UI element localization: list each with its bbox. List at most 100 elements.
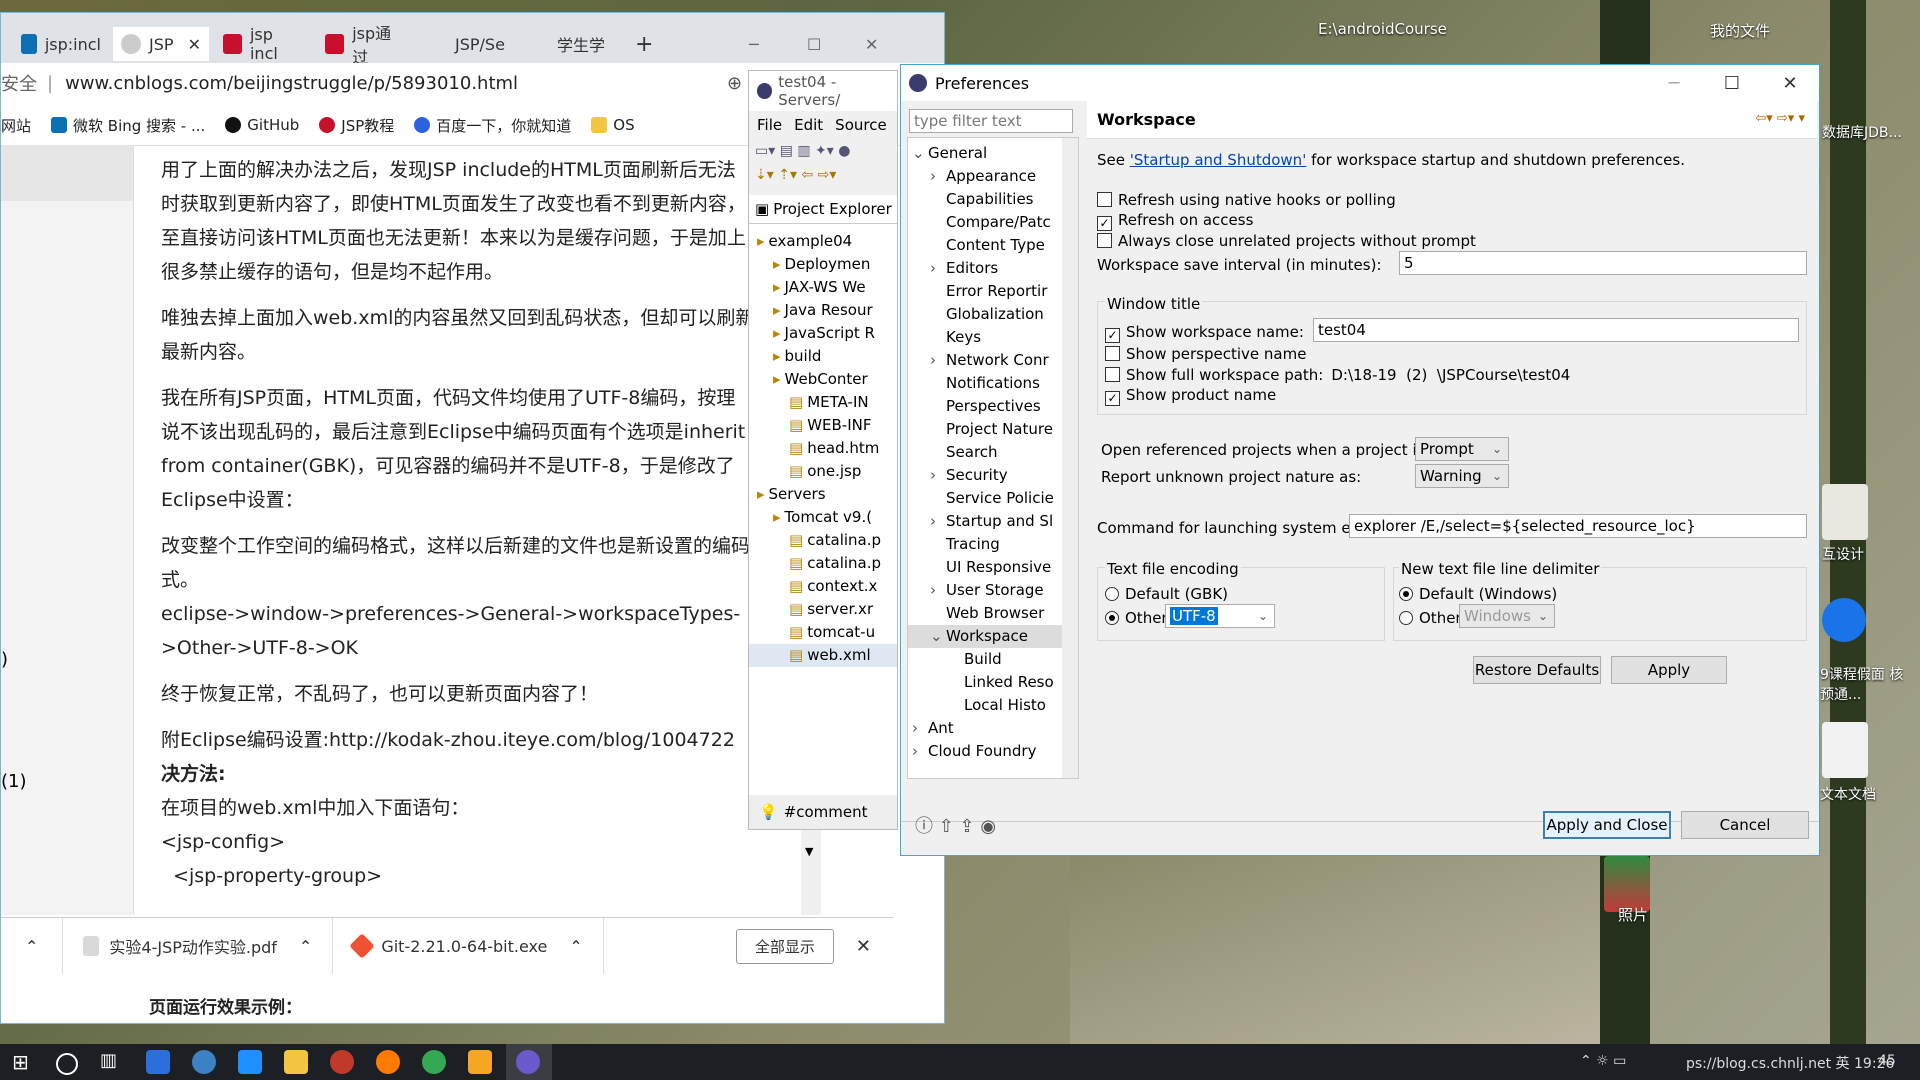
zoom-icon[interactable]: ⊕ <box>727 73 742 94</box>
project-tree-item[interactable]: ▤ head.htm <box>749 437 897 460</box>
firefox-icon[interactable] <box>376 1050 400 1074</box>
radio-on[interactable] <box>1105 611 1119 625</box>
preference-tree-item[interactable]: Service Policie <box>908 487 1078 510</box>
show-full-path-checkbox[interactable]: Show full workspace path: D:\18-19 (2) \J… <box>1105 366 1570 384</box>
preference-tree-item[interactable]: ⌄ Workspace <box>908 625 1078 648</box>
project-tree-item[interactable]: ▤ tomcat-u <box>749 621 897 644</box>
open-referenced-select[interactable]: Prompt ⌄ <box>1415 437 1509 461</box>
bookmark-item[interactable]: 网站 <box>1 115 31 136</box>
browser-tab[interactable]: JSP/Se <box>419 27 515 61</box>
report-nature-select[interactable]: Warning ⌄ <box>1415 464 1509 488</box>
project-explorer-header[interactable]: ▣ Project Explorer <box>749 195 897 224</box>
desktop-icon-label[interactable]: 文本文档 <box>1820 784 1876 804</box>
project-tree-item[interactable]: ▸ Java Resour <box>749 299 897 322</box>
project-tree-item[interactable]: ▸ JAX-WS We <box>749 276 897 299</box>
refresh-access-checkbox[interactable]: ✓ Refresh on access <box>1097 211 1253 231</box>
preference-tree-item[interactable]: ⌄ General <box>908 142 1078 165</box>
task-view-icon[interactable]: ▥ <box>100 1050 124 1074</box>
app-icon[interactable] <box>192 1050 216 1074</box>
preference-tree-item[interactable]: Local Histo <box>908 694 1078 717</box>
preference-tree-item[interactable]: › User Storage <box>908 579 1078 602</box>
chevron-up-icon[interactable]: ⌃ <box>569 937 582 956</box>
show-workspace-name-checkbox[interactable]: ✓ Show workspace name: <box>1105 323 1304 343</box>
refresh-native-checkbox[interactable]: Refresh using native hooks or polling <box>1097 191 1396 209</box>
tree-scrollbar[interactable] <box>1062 138 1078 778</box>
system-tray[interactable]: ⌃ ☼ ▭ <box>1580 1053 1626 1069</box>
bookmark-item[interactable]: 微软 Bing 搜索 - ... <box>51 115 205 136</box>
project-tree-item[interactable]: ▤ one.jsp <box>749 460 897 483</box>
nav-arrows-icon[interactable]: ⇦▾ ⇨▾ ▾ <box>1755 111 1805 126</box>
chevron-right-icon[interactable]: › <box>912 717 928 740</box>
preference-tree-item[interactable]: › Editors <box>908 257 1078 280</box>
eclipse-icon[interactable] <box>516 1050 540 1074</box>
radio-off[interactable] <box>1105 587 1119 601</box>
project-tree-item[interactable]: ▸ JavaScript R <box>749 322 897 345</box>
menu-source[interactable]: Source <box>835 116 887 134</box>
folder-icon[interactable] <box>284 1050 308 1074</box>
close-icon[interactable]: ✕ <box>1761 65 1819 101</box>
toolbar-icons[interactable]: ▭▾ ▤ ▥ ✦▾ ● <box>749 139 897 163</box>
bookmark-item[interactable]: 百度一下，你就知道 <box>414 115 571 136</box>
encoding-other-radio[interactable]: Other: <box>1105 609 1172 627</box>
preference-tree-item[interactable]: Build <box>908 648 1078 671</box>
chrome-icon[interactable] <box>422 1050 446 1074</box>
project-tree-item[interactable]: ▤ WEB-INF <box>749 414 897 437</box>
preference-tree-item[interactable]: › Cloud Foundry <box>908 740 1078 763</box>
encoding-default-radio[interactable]: Default (GBK) <box>1105 585 1228 603</box>
filter-input[interactable]: type filter text <box>909 109 1073 133</box>
explorer-command-input[interactable]: explorer /E,/select=${selected_resource_… <box>1349 514 1807 538</box>
download-item[interactable]: Git-2.21.0-64-bit.exe ⌃ <box>333 918 604 974</box>
workspace-name-input[interactable]: test04 <box>1313 318 1799 342</box>
menu-edit[interactable]: Edit <box>794 116 823 134</box>
checkbox-unchecked[interactable] <box>1105 367 1120 382</box>
preference-tree-item[interactable]: Perspectives <box>908 395 1078 418</box>
chevron-down-icon[interactable]: ⌄ <box>912 142 928 165</box>
project-tree-item[interactable]: ▸ Servers <box>749 483 897 506</box>
always-close-checkbox[interactable]: Always close unrelated projects without … <box>1097 232 1476 250</box>
checkbox-unchecked[interactable] <box>1097 233 1112 248</box>
chevron-down-icon[interactable]: ⌄ <box>930 625 946 648</box>
browser-tab-active[interactable]: JSP ✕ <box>113 27 209 61</box>
show-product-checkbox[interactable]: ✓ Show product name <box>1105 386 1276 406</box>
preference-tree-item[interactable]: Project Nature <box>908 418 1078 441</box>
toolbar-icons[interactable]: ⇣▾ ⇡▾ ⇦ ⇨▾ <box>749 163 897 187</box>
text-file-icon[interactable] <box>1822 722 1868 778</box>
preference-tree-item[interactable]: › Ant <box>908 717 1078 740</box>
desktop-icon-label[interactable]: 照片 <box>1618 904 1648 925</box>
preference-tree-item[interactable]: Content Type <box>908 234 1078 257</box>
project-tree-item[interactable]: ▤ server.xr <box>749 598 897 621</box>
delimiter-other-radio[interactable]: Other: <box>1399 609 1466 627</box>
preference-tree-item[interactable]: › Network Conr <box>908 349 1078 372</box>
preference-tree-item[interactable]: Search <box>908 441 1078 464</box>
checkbox-checked[interactable]: ✓ <box>1105 391 1120 406</box>
desktop-icon-label[interactable]: 数据库JDB... <box>1822 122 1902 142</box>
maximize-icon[interactable]: ☐ <box>1703 65 1761 101</box>
checkbox-checked[interactable]: ✓ <box>1097 216 1112 231</box>
preference-tree-item[interactable]: Notifications <box>908 372 1078 395</box>
delimiter-select[interactable]: Windows ⌄ <box>1459 604 1555 628</box>
sublime-icon[interactable] <box>468 1050 492 1074</box>
bookmark-item[interactable]: OS <box>591 116 635 134</box>
app-icon[interactable] <box>330 1050 354 1074</box>
project-tree-item[interactable]: ▤ META-IN <box>749 391 897 414</box>
bookmark-item[interactable]: JSP教程 <box>319 115 394 136</box>
preference-tree-item[interactable]: › Security <box>908 464 1078 487</box>
minimize-icon[interactable]: ─ <box>1645 65 1703 101</box>
project-tree-item[interactable]: ▸ build <box>749 345 897 368</box>
radio-on[interactable] <box>1399 587 1413 601</box>
desktop-icon-label[interactable]: 互设计 <box>1822 544 1864 564</box>
preference-tree-item[interactable]: Keys <box>908 326 1078 349</box>
chevron-right-icon[interactable]: › <box>930 510 946 533</box>
search-icon[interactable] <box>56 1053 78 1075</box>
radio-off[interactable] <box>1399 611 1413 625</box>
startup-shutdown-link[interactable]: 'Startup and Shutdown' <box>1130 151 1307 169</box>
checkbox-unchecked[interactable] <box>1097 192 1112 207</box>
browser-tab[interactable]: jsp:incl <box>13 27 109 61</box>
chevron-right-icon[interactable]: › <box>912 740 928 763</box>
show-perspective-checkbox[interactable]: Show perspective name <box>1105 345 1306 363</box>
project-tree-item[interactable]: ▸ Tomcat v9.( <box>749 506 897 529</box>
preference-tree-item[interactable]: › Appearance <box>908 165 1078 188</box>
edge-icon[interactable] <box>238 1050 262 1074</box>
app-icon[interactable] <box>1822 598 1866 642</box>
preference-tree-item[interactable]: Compare/Patc <box>908 211 1078 234</box>
